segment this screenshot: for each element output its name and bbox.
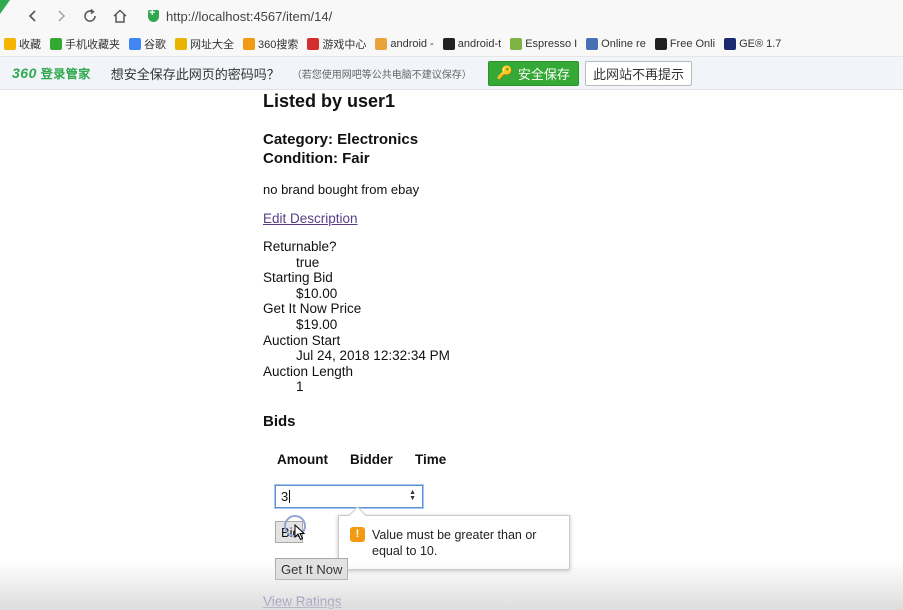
bookmark-item[interactable]: Free Onli [654, 38, 716, 50]
url-text: http://localhost:4567/item/14/ [166, 8, 333, 24]
game-icon [307, 38, 320, 50]
bookmark-label: 手机收藏夹 [65, 39, 120, 51]
ff-icon [654, 38, 667, 50]
item-details-list: Returnable? true Starting Bid $10.00 Get It … [263, 239, 450, 395]
bookmark-label: 游戏中心 [322, 39, 367, 51]
reload-button[interactable] [79, 5, 101, 27]
view-ratings-link[interactable]: View Ratings [263, 594, 342, 609]
address-bar[interactable]: http://localhost:4567/item/14/ [148, 6, 332, 26]
bookmark-label: android - [390, 38, 434, 50]
home-icon [113, 9, 127, 23]
secure-shield-icon [148, 7, 159, 22]
detail-value: true [296, 254, 320, 270]
save-password-question: 想安全保存此网页的密码吗？ [110, 66, 280, 82]
back-button[interactable] [22, 5, 44, 27]
phone-icon [50, 38, 62, 50]
android-doc-icon [375, 38, 388, 50]
bookmark-item[interactable]: GE® 1.7 [724, 38, 781, 50]
column-amount: Amount [277, 452, 328, 467]
bookmark-item[interactable]: 收藏 [4, 36, 41, 52]
bookmark-label: Online re [601, 38, 646, 50]
bookmark-item[interactable]: 360搜索 [243, 36, 298, 52]
condition-text: Condition: Fair [263, 150, 370, 167]
category-condition: Category: Electronics Condition: Fair [263, 130, 418, 168]
item-description: no brand bought from ebay [263, 182, 420, 197]
detail-term: Auction Length [263, 363, 354, 379]
column-time: Time [415, 452, 447, 467]
bid-amount-input[interactable]: 3 ▲ ▼ [275, 485, 423, 508]
detail-value: $10.00 [296, 285, 338, 301]
360-search-icon [243, 38, 255, 50]
bookmark-item[interactable]: 网址大全 [175, 36, 234, 52]
detail-term: Starting Bid [263, 270, 333, 286]
category-text: Category: Electronics [263, 131, 419, 148]
detail-value: 1 [296, 379, 304, 395]
globe-icon [175, 38, 187, 50]
validation-tooltip: ! Value must be greater than or equal to… [338, 515, 570, 570]
never-remind-button[interactable]: 此网站不再提示 [584, 60, 692, 86]
column-bidder: Bidder [350, 452, 393, 467]
detail-value: $19.00 [296, 316, 338, 332]
back-icon [28, 10, 36, 22]
bookmark-item[interactable]: 谷歌 [129, 36, 166, 52]
bookmark-item[interactable]: android-t [442, 38, 502, 50]
password-manager-brand: 360 登录管家 [12, 64, 91, 81]
detail-term: Returnable? [263, 239, 337, 254]
warning-icon: ! [350, 527, 365, 542]
bookmark-label: 谷歌 [144, 39, 166, 51]
bookmark-item[interactable]: android - [375, 38, 434, 50]
public-computer-note: （若您使用网吧等公共电脑不建议保存） [291, 69, 472, 81]
bookmark-item[interactable]: 手机收藏夹 [50, 36, 120, 52]
bookmark-label: Espresso I [525, 38, 578, 50]
bookmark-label: Free Onli [669, 38, 716, 50]
get-it-now-button[interactable]: Get It Now [275, 558, 349, 580]
detail-term: Auction Start [263, 332, 341, 348]
bookmark-label: 360搜索 [258, 39, 299, 51]
browser-toolbar: http://localhost:4567/item/14/ [0, 0, 903, 32]
star-icon [4, 38, 16, 50]
password-save-bar: 360 登录管家 想安全保存此网页的密码吗？ （若您使用网吧等公共电脑不建议保存… [0, 57, 903, 90]
bids-heading: Bids [263, 413, 296, 430]
github-icon [442, 38, 455, 50]
r-icon [586, 38, 599, 50]
validation-message: Value must be greater than or equal to 1… [372, 528, 537, 558]
forward-icon [58, 10, 66, 22]
home-button[interactable] [109, 5, 131, 27]
bookmark-label: GE® 1.7 [739, 38, 782, 50]
reload-icon [84, 8, 96, 22]
save-password-button[interactable]: 🔑 安全保存 [487, 60, 579, 86]
corner-mark [0, 0, 10, 14]
listed-by-heading: Listed by user1 [263, 91, 396, 111]
bookmark-item[interactable]: Espresso I [510, 38, 577, 50]
detail-term: Get It Now Price [263, 301, 362, 317]
text-caret [289, 490, 291, 503]
bookmark-item[interactable]: Online re [586, 38, 646, 50]
edit-description-link[interactable]: Edit Description [263, 211, 358, 226]
bookmarks-bar: 收藏 手机收藏夹 谷歌 网址大全 360搜索 游戏中心 android - android-t… [0, 32, 903, 57]
bid-amount-value: 3 [281, 489, 289, 504]
ge-icon [724, 38, 737, 50]
bookmark-item[interactable]: 游戏中心 [307, 36, 366, 52]
android-icon [510, 38, 523, 50]
key-icon: 🔑 [496, 65, 513, 80]
bookmark-label: 收藏 [19, 39, 41, 51]
forward-button[interactable] [50, 5, 72, 27]
mouse-pointer-icon [294, 524, 306, 541]
detail-value: Jul 24, 2018 12:32:34 PM [296, 348, 450, 364]
bookmark-label: android-t [457, 38, 502, 50]
google-icon [129, 38, 141, 50]
number-spinner-icon[interactable]: ▲ ▼ [409, 489, 416, 502]
bookmark-label: 网址大全 [190, 39, 234, 51]
